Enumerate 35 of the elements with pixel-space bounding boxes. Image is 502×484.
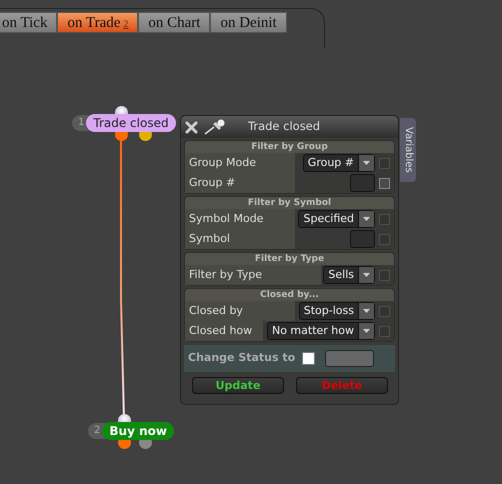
- caret-icon: [363, 329, 370, 333]
- option-checkbox[interactable]: [379, 178, 390, 188]
- variables-tab[interactable]: Variables: [400, 118, 416, 182]
- caret-icon: [363, 309, 370, 313]
- field-label: Group Mode: [185, 153, 295, 173]
- tab[interactable]: on Trade 2: [57, 12, 138, 33]
- node-label[interactable]: Trade closed: [86, 114, 176, 132]
- connector-port[interactable]: [115, 106, 128, 114]
- field-label: Closed by: [185, 301, 295, 321]
- section-header: Filter by Group: [185, 141, 394, 153]
- status-checkbox[interactable]: [302, 352, 315, 365]
- tab[interactable]: on Chart: [138, 12, 210, 33]
- section-header: Filter by Symbol: [185, 197, 394, 209]
- field-label: Filter by Type: [185, 265, 321, 285]
- caret-icon: [363, 273, 370, 277]
- status-field[interactable]: [325, 350, 374, 367]
- field-label: Closed how: [185, 321, 263, 341]
- close-icon[interactable]: [185, 120, 198, 134]
- status-label: Change Status to: [187, 350, 296, 366]
- caret-icon: [363, 161, 370, 165]
- caret-icon: [363, 217, 370, 221]
- tab[interactable]: on Tick: [0, 12, 58, 33]
- field-label: Symbol: [185, 229, 295, 249]
- input-field[interactable]: [350, 174, 375, 192]
- input-field[interactable]: [350, 230, 375, 248]
- section-header: Closed by...: [185, 289, 394, 301]
- connector-port[interactable]: [118, 414, 131, 422]
- field-label: Symbol Mode: [185, 209, 295, 229]
- tab[interactable]: on Deinit: [210, 12, 287, 33]
- dialog-title: Trade closed: [248, 118, 320, 136]
- update-button[interactable]: Update: [192, 377, 284, 394]
- section-header: Filter by Type: [185, 253, 394, 265]
- pin-icon[interactable]: [204, 119, 226, 135]
- field-label: Group #: [185, 173, 295, 193]
- node-label[interactable]: Buy now: [102, 422, 174, 440]
